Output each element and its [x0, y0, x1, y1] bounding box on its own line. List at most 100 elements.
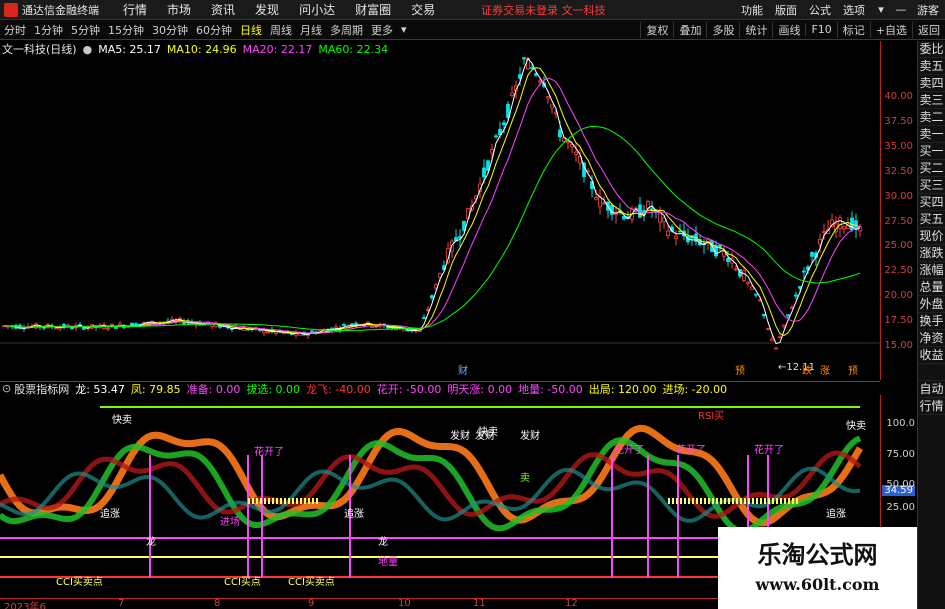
sidebar-tab[interactable]: 买三 [918, 177, 945, 194]
menu-item-trade[interactable]: 交易 [411, 1, 435, 18]
candle-body [726, 257, 730, 263]
tool-add-watch-button[interactable]: +自选 [869, 21, 912, 38]
period-4[interactable]: 15分钟 [108, 22, 144, 38]
minimize-icon[interactable]: — [893, 3, 909, 16]
sidebar-tab[interactable]: 委比 [918, 41, 945, 58]
stock-title[interactable]: 文一科技(日线) [2, 41, 77, 57]
menu-item-ask[interactable]: 问小达 [299, 1, 335, 18]
watermark-title: 乐淘公式网 [757, 541, 878, 569]
period-daily[interactable]: 日线 [240, 22, 262, 38]
sidebar-tab[interactable]: 换手 [918, 313, 945, 330]
candle-body [770, 338, 774, 342]
candle-body [602, 202, 606, 205]
candle-body [422, 317, 426, 319]
candle-body [502, 122, 506, 126]
signal-label: 追涨 [100, 507, 120, 520]
tool-draw-button[interactable]: 画线 [772, 21, 805, 38]
signal-label: CCI买卖点 [56, 576, 103, 588]
menu-item-layout[interactable]: 版面 [775, 2, 797, 18]
sidebar-tab[interactable]: 自动 [918, 381, 945, 398]
ma-line-1 [3, 57, 861, 345]
indicator-settings-icon[interactable]: ⊙ [2, 382, 11, 395]
event-marker[interactable]: 预 [735, 365, 745, 377]
candle-body [786, 314, 790, 317]
price-tick: 30.00 [884, 190, 913, 202]
ma10-label: MA10: 24.96 [166, 42, 237, 56]
guest-label[interactable]: 游客 [917, 2, 939, 18]
indicator-tick: 75.00 [886, 449, 915, 460]
sidebar-tab[interactable] [918, 364, 945, 381]
event-marker[interactable]: 财 [458, 364, 468, 377]
period-3[interactable]: 5分钟 [71, 22, 100, 38]
sidebar-tab[interactable]: 卖三 [918, 92, 945, 109]
ma5-label: MA5: 25.17 [98, 42, 161, 56]
candlestick-chart[interactable]: —42.34←12.11财预跌涨预 [0, 57, 880, 380]
tool-f10-button[interactable]: F10 [805, 23, 836, 36]
candle-body [822, 231, 826, 233]
signal-label: RSI买 [698, 410, 724, 422]
sidebar-tab[interactable]: 卖五 [918, 58, 945, 75]
event-marker[interactable]: 跌 [802, 364, 812, 377]
period-monthly[interactable]: 月线 [300, 22, 322, 38]
settings-dot-icon[interactable]: ● [83, 43, 93, 56]
menu-item-news[interactable]: 资讯 [211, 1, 235, 18]
tool-adjust-button[interactable]: 复权 [640, 21, 673, 38]
more-chevron-icon[interactable]: ▾ [401, 23, 407, 36]
menu-item-options[interactable]: 选项 [843, 2, 865, 18]
sidebar-tab[interactable]: 买四 [918, 194, 945, 211]
price-tick: 35.00 [884, 140, 913, 152]
candle-body [402, 328, 406, 332]
date-tick: 12 [565, 598, 578, 609]
dropdown-icon[interactable]: ▾ [873, 3, 889, 16]
signal-label: 进场 [220, 515, 240, 528]
sidebar-tab[interactable]: 买二 [918, 160, 945, 177]
sidebar-tab[interactable]: 卖四 [918, 75, 945, 92]
event-marker[interactable]: 预 [848, 365, 858, 377]
period-more[interactable]: 更多 [371, 22, 393, 38]
period-2[interactable]: 1分钟 [34, 22, 63, 38]
event-marker[interactable]: 涨 [820, 365, 830, 377]
menu-item-wealth[interactable]: 财富圈 [355, 1, 391, 18]
menu-item-discover[interactable]: 发现 [255, 1, 279, 18]
tool-back-button[interactable]: 返回 [912, 21, 945, 38]
period-multi[interactable]: 多周期 [330, 22, 363, 38]
tool-stats-button[interactable]: 统计 [739, 21, 772, 38]
quote-sidebar: 委比 卖五 卖四 卖三 卖二 卖一 买一 买二 买三 买四 买五 现价 涨跌 涨幅 总量 外盘 换手 净资 收益自动… [917, 41, 945, 609]
price-tick: 22.50 [884, 265, 913, 277]
signal-label: 发财 [475, 429, 495, 442]
menu-item-function[interactable]: 功能 [741, 2, 763, 18]
period-5[interactable]: 30分钟 [152, 22, 188, 38]
period-weekly[interactable]: 周线 [270, 22, 292, 38]
signal-label: 卖 [520, 472, 530, 484]
sidebar-tab[interactable]: 总量 [918, 279, 945, 296]
sidebar-tab[interactable]: 收益 [918, 347, 945, 364]
sidebar-tab[interactable]: 行情 [918, 398, 945, 415]
menu-item-formula[interactable]: 公式 [809, 2, 831, 18]
date-tick: 8 [214, 598, 221, 609]
sidebar-tab[interactable]: 卖一 [918, 126, 945, 143]
sidebar-tab[interactable]: 涨幅 [918, 262, 945, 279]
candle-body [546, 96, 550, 99]
candle-body [70, 327, 74, 330]
sidebar-tab[interactable]: 买一 [918, 143, 945, 160]
candle-body [810, 252, 814, 257]
sidebar-tab[interactable]: 买五 [918, 211, 945, 228]
app-title: 通达信金融终端 [22, 3, 99, 17]
tool-multi-stock-button[interactable]: 多股 [706, 21, 739, 38]
candle-body [342, 324, 346, 326]
candle-body [266, 331, 270, 334]
sidebar-tab[interactable]: 外盘 [918, 296, 945, 313]
menu-item-quotes[interactable]: 行情 [123, 1, 147, 18]
candle-body [794, 294, 798, 297]
sidebar-tab[interactable]: 净资 [918, 330, 945, 347]
sidebar-tab[interactable]: 现价 [918, 228, 945, 245]
sidebar-tab[interactable]: 卖二 [918, 109, 945, 126]
sidebar-tab[interactable]: 涨跌 [918, 245, 945, 262]
candle-body [550, 104, 554, 109]
candle-body [574, 151, 578, 156]
period-6[interactable]: 60分钟 [196, 22, 232, 38]
tool-mark-button[interactable]: 标记 [836, 21, 870, 38]
menu-item-market[interactable]: 市场 [167, 1, 191, 18]
tool-overlay-button[interactable]: 叠加 [673, 21, 706, 38]
period-1[interactable]: 分时 [4, 22, 26, 38]
